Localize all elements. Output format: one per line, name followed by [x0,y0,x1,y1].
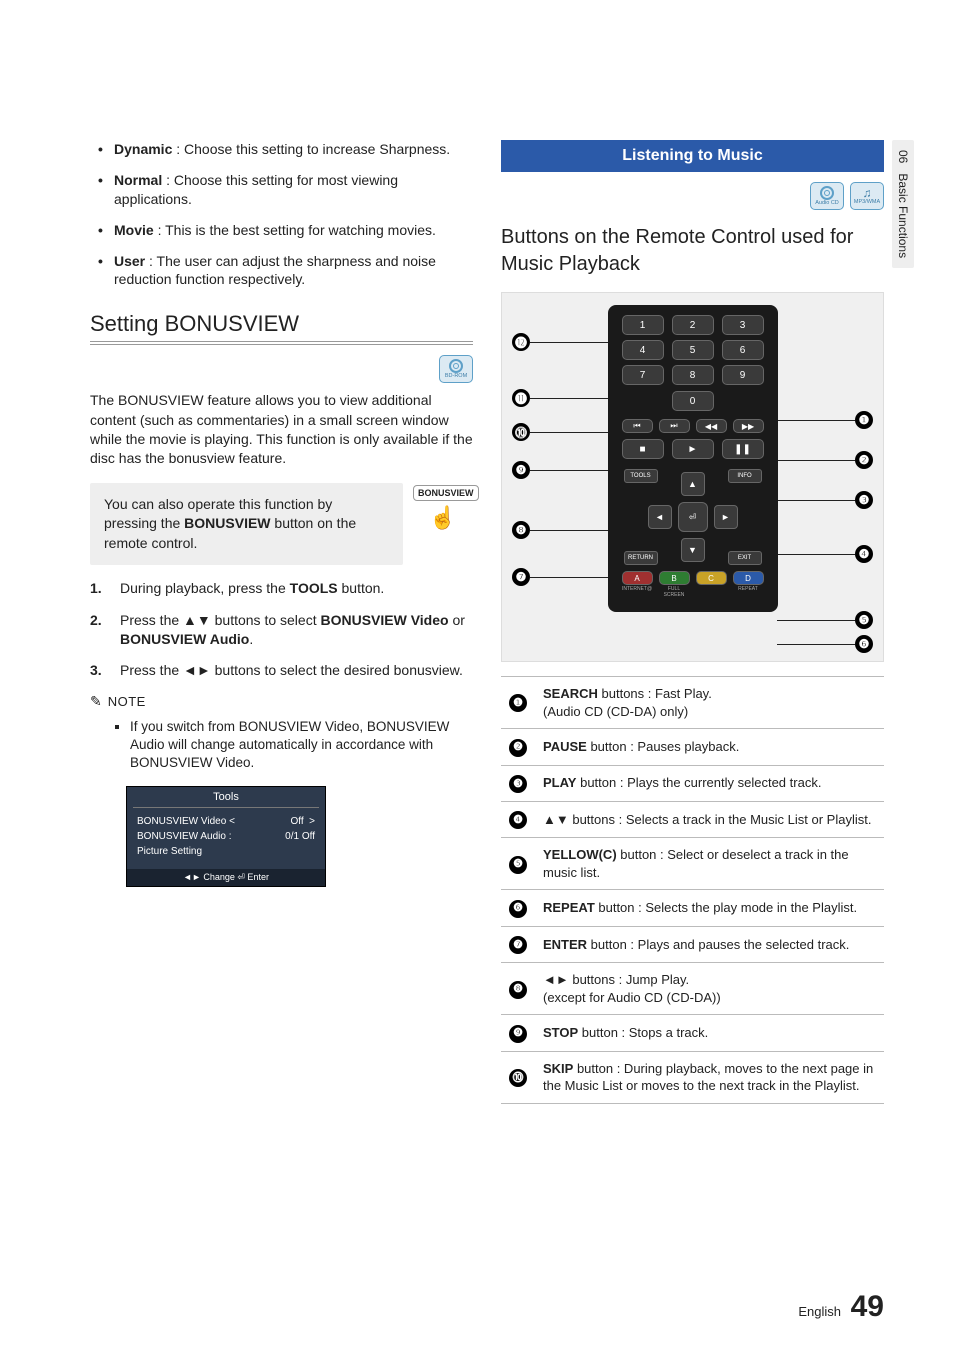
play-icon: ► [672,439,714,459]
ref-number-badge: ⓾ [509,1069,527,1087]
footer-language: English [798,1304,841,1319]
callout-3: ❸ [855,491,873,509]
skip-next-icon: ⏭ [659,419,690,433]
ref-number-badge: ❸ [509,775,527,793]
note-icon: ✎ [90,693,102,710]
rewind-icon: ◀◀ [696,419,727,433]
osd-title: Tools [127,787,325,807]
color-d-key: D [733,571,764,585]
music-section-ribbon: Listening to Music [501,140,884,172]
list-item: Dynamic : Choose this setting to increas… [114,140,473,159]
ref-number-badge: ❷ [509,739,527,757]
disc-icon [820,186,834,200]
ref-number-badge: ❾ [509,1025,527,1043]
tip-box: You can also operate this function by pr… [90,483,403,566]
button-reference-table: ❶SEARCH buttons : Fast Play.(Audio CD (C… [501,676,884,1104]
dpad-left-icon: ◄ [648,505,672,529]
step-item: Press the ▲▼ buttons to select BONUSVIEW… [90,611,473,650]
osd-footer: ◄► Change ⏎ Enter [127,869,325,886]
list-item: User : The user can adjust the sharpness… [114,252,473,290]
note-heading: NOTE [108,694,146,709]
bonusview-heading: Setting BONUSVIEW [90,311,473,337]
note-item: If you switch from BONUSVIEW Video, BONU… [130,718,473,773]
dpad-down-icon: ▼ [681,538,705,562]
table-row: ❺YELLOW(C) button : Select or deselect a… [501,838,884,890]
table-row: ❶SEARCH buttons : Fast Play.(Audio CD (C… [501,677,884,729]
ref-number-badge: ❶ [509,694,527,712]
picture-mode-list: Dynamic : Choose this setting to increas… [90,140,473,289]
remote-key-6: 6 [722,340,764,360]
remote-key-8: 8 [672,365,714,385]
bonusview-button-graphic: BONUSVIEW ☝ [413,483,473,531]
chapter-title: Basic Functions [896,173,910,258]
bonusview-intro: The BONUSVIEW feature allows you to view… [90,391,473,468]
remote-key-0: 0 [672,391,714,411]
disc-icon [449,359,463,373]
table-row: ❹▲▼ buttons : Selects a track in the Mus… [501,801,884,837]
remote-diagram: ⓬ ⓫ ⓾ ❾ ❽ ❼ ❶ ❷ ❸ ❹ ❺ ❻ [501,292,884,662]
remote-key-3: 3 [722,315,764,335]
bdrom-badge: BD-ROM [439,355,473,383]
bonusview-button-label: BONUSVIEW [413,485,479,501]
step-item: During playback, press the TOOLS button. [90,579,473,598]
page-footer: English 49 [798,1290,884,1324]
callout-8: ❽ [512,521,530,539]
mp3wma-badge: MP3/WMA [850,182,884,210]
pause-icon: ❚❚ [722,439,764,459]
callout-1: ❶ [855,411,873,429]
remote-key-1: 1 [622,315,664,335]
hand-pointer-icon: ☝ [429,505,456,530]
callout-4: ❹ [855,545,873,563]
section-rule [90,341,473,345]
stop-icon: ■ [622,439,664,459]
callout-12: ⓬ [512,333,530,351]
chapter-side-tab: 06 Basic Functions [892,140,914,268]
skip-prev-icon: ⏮ [622,419,653,433]
table-row: ❼ENTER button : Plays and pauses the sel… [501,926,884,962]
table-row: ❻REPEAT button : Selects the play mode i… [501,890,884,926]
enter-key-icon: ⏎ [678,502,708,532]
color-b-key: B [659,571,690,585]
ref-number-badge: ❽ [509,981,527,999]
dpad-right-icon: ► [714,505,738,529]
callout-10: ⓾ [512,423,530,441]
ref-number-badge: ❹ [509,811,527,829]
callout-9: ❾ [512,461,530,479]
remote-key-7: 7 [622,365,664,385]
tools-osd-screenshot: Tools BONUSVIEW Video <Off > BONUSVIEW A… [126,786,326,887]
table-row: ⓾SKIP button : During playback, moves to… [501,1051,884,1103]
table-row: ❾STOP button : Stops a track. [501,1015,884,1051]
fastfwd-icon: ▶▶ [733,419,764,433]
page-number: 49 [851,1290,884,1323]
callout-11: ⓫ [512,389,530,407]
remote-body: 1 2 3 4 5 6 7 8 9 0 [608,305,778,612]
audiocd-badge: Audio CD [810,182,844,210]
bonusview-steps: During playback, press the TOOLS button.… [90,579,473,680]
callout-7: ❼ [512,568,530,586]
remote-key-9: 9 [722,365,764,385]
table-row: ❷PAUSE button : Pauses playback. [501,729,884,765]
callout-5: ❺ [855,611,873,629]
callout-6: ❻ [855,635,873,653]
remote-key-2: 2 [672,315,714,335]
list-item: Normal : Choose this setting for most vi… [114,171,473,209]
music-note-icon [863,187,872,200]
remote-subheading: Buttons on the Remote Control used for M… [501,224,884,278]
list-item: Movie : This is the best setting for wat… [114,221,473,240]
ref-number-badge: ❼ [509,936,527,954]
step-item: Press the ◄► buttons to select the desir… [90,661,473,680]
table-row: ❽◄► buttons : Jump Play.(except for Audi… [501,963,884,1015]
table-row: ❸PLAY button : Plays the currently selec… [501,765,884,801]
color-a-key: A [622,571,653,585]
ref-number-badge: ❺ [509,856,527,874]
dpad-up-icon: ▲ [681,472,705,496]
ref-number-badge: ❻ [509,900,527,918]
color-c-key: C [696,571,727,585]
chapter-number: 06 [896,150,910,163]
remote-key-5: 5 [672,340,714,360]
callout-2: ❷ [855,451,873,469]
remote-key-4: 4 [622,340,664,360]
note-list: If you switch from BONUSVIEW Video, BONU… [90,718,473,773]
